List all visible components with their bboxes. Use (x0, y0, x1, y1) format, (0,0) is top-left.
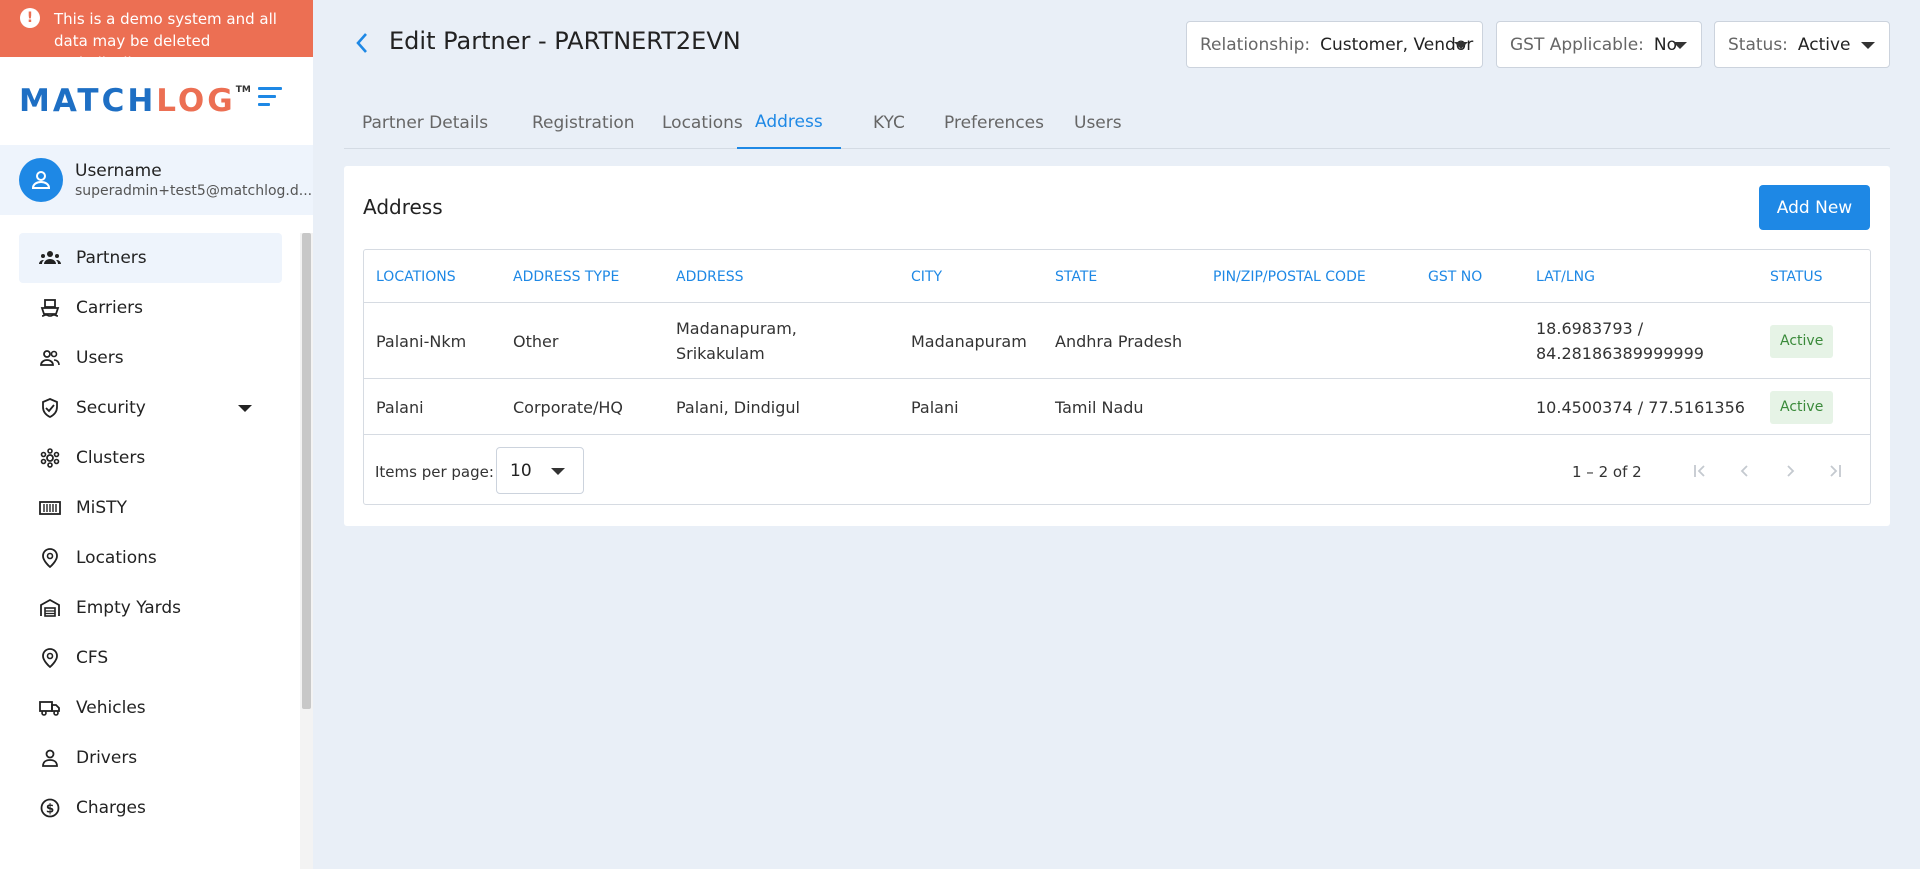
column-header-address[interactable]: ADDRESS (676, 250, 743, 303)
column-header-status[interactable]: STATUS (1770, 250, 1823, 303)
cell-lat-lng: 18.6983793 /84.28186389999999 (1536, 319, 1704, 363)
sidebar-item-users[interactable]: Users (19, 333, 282, 383)
items-per-page-select[interactable]: 10 (496, 447, 584, 494)
truck-icon (39, 697, 61, 719)
cell-address: Palani, Dindigul (676, 397, 800, 417)
column-header-pin-code[interactable]: PIN/ZIP/POSTAL CODE (1213, 250, 1366, 303)
avatar (19, 158, 63, 202)
location-pin-icon (39, 547, 61, 569)
user-profile[interactable]: Username superadmin+test5@matchlog.d... (0, 145, 313, 215)
user-email: superadmin+test5@matchlog.d... (75, 183, 313, 199)
first-page-icon[interactable] (1688, 459, 1712, 483)
prev-page-icon[interactable] (1733, 459, 1757, 483)
card-title: Address (363, 195, 443, 219)
ship-icon (39, 297, 61, 319)
sidebar-item-locations[interactable]: Locations (19, 533, 282, 583)
table-row[interactable]: Palani-Nkm Other Madanapuram, Srikakulam … (364, 303, 1870, 379)
pagination-range: 1 – 2 of 2 (1572, 463, 1642, 481)
chevron-down-icon[interactable] (238, 405, 252, 412)
logo-row: MATCHLOGTM (0, 57, 313, 145)
sidebar-item-vehicles[interactable]: Vehicles (19, 683, 282, 733)
gst-applicable-select[interactable]: GST Applicable: No (1496, 21, 1702, 68)
back-arrow-icon[interactable] (352, 30, 372, 56)
sidebar: ! This is a demo system and all data may… (0, 0, 313, 869)
sidebar-item-partners[interactable]: Partners (19, 233, 282, 283)
chevron-down-icon (1673, 42, 1687, 49)
container-icon (39, 497, 61, 519)
sidebar-item-cfs[interactable]: CFS (19, 633, 282, 683)
column-header-address-type[interactable]: ADDRESS TYPE (513, 250, 619, 303)
cluster-icon (39, 447, 61, 469)
tab-registration[interactable]: Registration (514, 96, 653, 149)
cell-state: Andhra Pradesh (1055, 331, 1183, 351)
sidebar-item-drivers[interactable]: Drivers (19, 733, 282, 783)
tab-address[interactable]: Address (737, 96, 841, 149)
relationship-select[interactable]: Relationship: Customer, Vendor (1186, 21, 1483, 68)
user-name: Username (75, 161, 162, 181)
shield-icon (39, 397, 61, 419)
cell-address-type: Other (513, 331, 559, 351)
sidebar-item-empty-yards[interactable]: Empty Yards (19, 583, 282, 633)
column-header-state[interactable]: STATE (1055, 250, 1097, 303)
cell-location: Palani (376, 397, 424, 417)
next-page-icon[interactable] (1778, 459, 1802, 483)
status-badge: Active (1770, 390, 1834, 424)
address-card: Address Add New LOCATIONS ADDRESS TYPE A… (344, 166, 1890, 526)
column-header-city[interactable]: CITY (911, 250, 942, 303)
cell-lat-lng: 10.4500374 / 77.5161356 (1536, 397, 1745, 417)
table-row[interactable]: Palani Corporate/HQ Palani, Dindigul Pal… (364, 379, 1870, 435)
svg-text:$: $ (46, 802, 54, 816)
tab-bar: Partner Details Registration Locations A… (344, 96, 1890, 149)
tab-users[interactable]: Users (1056, 96, 1140, 149)
sidebar-item-clusters[interactable]: Clusters (19, 433, 282, 483)
sidebar-nav: Partners Carriers Users Security Cluster… (19, 233, 282, 833)
location-pin-icon (39, 647, 61, 669)
partners-icon (39, 247, 61, 269)
warning-icon: ! (20, 8, 40, 28)
warehouse-icon (39, 597, 61, 619)
users-icon (39, 347, 61, 369)
items-per-page-label: Items per page: (375, 463, 494, 481)
cell-location: Palani-Nkm (376, 331, 467, 351)
chevron-down-icon (1454, 42, 1468, 49)
tab-partner-details[interactable]: Partner Details (344, 96, 506, 149)
cell-city: Madanapuram (911, 331, 1027, 351)
dollar-icon: $ (39, 797, 61, 819)
page-title: Edit Partner - PARTNERT2EVN (389, 27, 741, 55)
column-header-locations[interactable]: LOCATIONS (376, 250, 456, 303)
chevron-down-icon (1861, 42, 1875, 49)
matchlog-logo[interactable]: MATCHLOGTM (19, 83, 251, 119)
address-table: LOCATIONS ADDRESS TYPE ADDRESS CITY STAT… (363, 249, 1871, 505)
chevron-down-icon (551, 468, 565, 475)
demo-warning-banner: ! This is a demo system and all data may… (0, 0, 313, 72)
status-badge: Active (1770, 324, 1834, 358)
tab-kyc[interactable]: KYC (855, 96, 923, 149)
add-new-button[interactable]: Add New (1759, 185, 1870, 230)
last-page-icon[interactable] (1823, 459, 1847, 483)
sidebar-item-carriers[interactable]: Carriers (19, 283, 282, 333)
sidebar-item-charges[interactable]: $ Charges (19, 783, 282, 833)
menu-toggle-icon[interactable] (258, 87, 282, 111)
sidebar-item-security[interactable]: Security (19, 383, 282, 433)
cell-address: Madanapuram, Srikakulam (676, 319, 797, 363)
tab-preferences[interactable]: Preferences (926, 96, 1062, 149)
column-header-gst-no[interactable]: GST NO (1428, 250, 1482, 303)
cell-state: Tamil Nadu (1055, 397, 1144, 417)
sidebar-scrollbar[interactable] (302, 233, 311, 709)
cell-address-type: Corporate/HQ (513, 397, 623, 417)
status-select[interactable]: Status: Active (1714, 21, 1890, 68)
sidebar-item-misty[interactable]: MiSTY (19, 483, 282, 533)
column-header-lat-lng[interactable]: LAT/LNG (1536, 250, 1595, 303)
person-icon (39, 747, 61, 769)
table-header: LOCATIONS ADDRESS TYPE ADDRESS CITY STAT… (364, 250, 1870, 303)
cell-city: Palani (911, 397, 959, 417)
